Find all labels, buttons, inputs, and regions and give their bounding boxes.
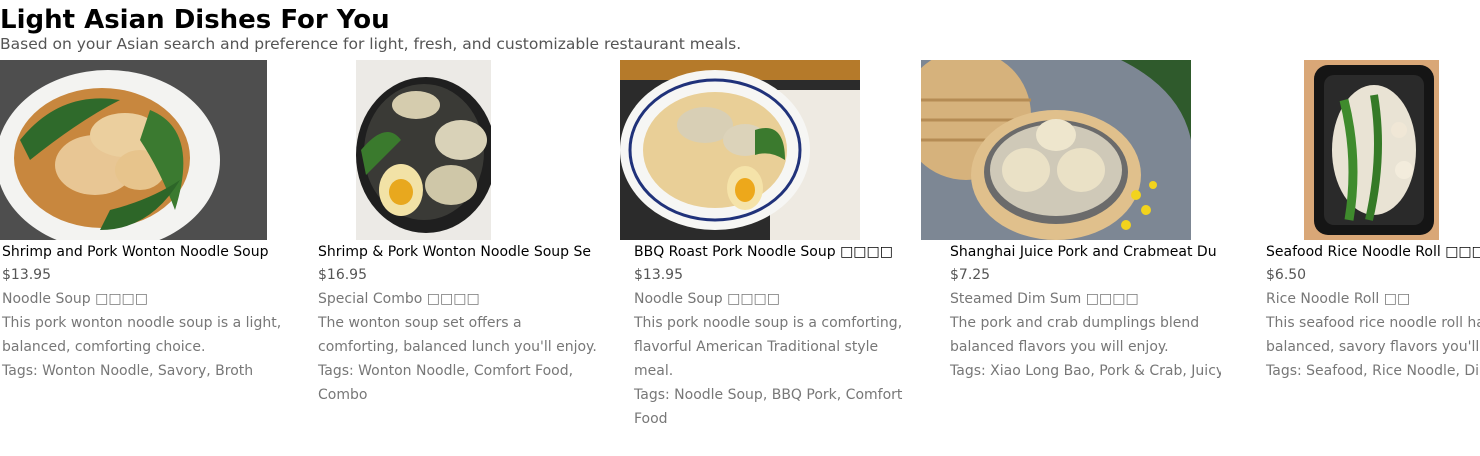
dish-card[interactable]: Shanghai Juice Pork and Crabmeat Du $7.2… <box>921 60 1221 456</box>
dish-tags: Tags: Wonton Noodle, Comfort Food, Combo <box>318 363 574 403</box>
dish-info: Seafood Rice Noodle Roll □□□□ $6.50 Rice… <box>1266 241 1480 383</box>
dish-category: Noodle Soup □□□□ <box>634 291 781 307</box>
dish-price: $6.50 <box>1266 267 1307 283</box>
dish-category: Rice Noodle Roll □□ <box>1266 291 1411 307</box>
page-title: Light Asian Dishes For You <box>0 5 390 35</box>
dish-description: The pork and crab dumplings blend balanc… <box>950 315 1200 355</box>
dish-price: $16.95 <box>318 267 367 283</box>
dish-price: $13.95 <box>2 267 51 283</box>
dish-name[interactable]: Shrimp and Pork Wonton Noodle Soup <box>2 241 282 263</box>
dish-name[interactable]: Shrimp & Pork Wonton Noodle Soup Se <box>318 241 598 263</box>
dish-price: $7.25 <box>950 267 991 283</box>
dumpling-steamer-photo[interactable] <box>921 60 1191 240</box>
dish-description: The wonton soup set offers a comforting,… <box>318 315 597 355</box>
dish-name[interactable]: Shanghai Juice Pork and Crabmeat Du <box>950 241 1221 263</box>
dish-description: This pork noodle soup is a comforting, f… <box>634 315 903 379</box>
dish-price: $13.95 <box>634 267 683 283</box>
dish-info: Shanghai Juice Pork and Crabmeat Du $7.2… <box>950 241 1221 383</box>
dish-tags: Tags: Xiao Long Bao, Pork & Crab, Juicy <box>950 363 1221 379</box>
page-subtitle: Based on your Asian search and preferenc… <box>0 35 742 53</box>
dish-description: This seafood rice noodle roll has balanc… <box>1266 315 1480 355</box>
dish-card[interactable]: BBQ Roast Pork Noodle Soup □□□□ $13.95 N… <box>620 60 920 456</box>
dish-list: Shrimp and Pork Wonton Noodle Soup $13.9… <box>0 60 1480 456</box>
dish-category: Steamed Dim Sum □□□□ <box>950 291 1139 307</box>
dish-name[interactable]: Seafood Rice Noodle Roll □□□□ <box>1266 241 1480 263</box>
wonton-bowl-photo[interactable] <box>356 60 491 240</box>
dish-category: Special Combo □□□□ <box>318 291 480 307</box>
bbq-pork-noodle-photo[interactable] <box>620 60 860 240</box>
dish-info: BBQ Roast Pork Noodle Soup □□□□ $13.95 N… <box>634 241 920 431</box>
dish-tags: Tags: Noodle Soup, BBQ Pork, Comfort Foo… <box>634 387 903 427</box>
dish-card[interactable]: Shrimp & Pork Wonton Noodle Soup Se $16.… <box>316 60 616 456</box>
dish-info: Shrimp & Pork Wonton Noodle Soup Se $16.… <box>318 241 616 407</box>
dish-info: Shrimp and Pork Wonton Noodle Soup $13.9… <box>2 241 300 383</box>
dish-category: Noodle Soup □□□□ <box>2 291 149 307</box>
rice-noodle-roll-photo[interactable] <box>1304 60 1439 240</box>
dish-name[interactable]: BBQ Roast Pork Noodle Soup □□□□ <box>634 241 914 263</box>
wonton-soup-photo[interactable] <box>0 60 267 240</box>
dish-tags: Tags: Wonton Noodle, Savory, Broth <box>2 363 254 379</box>
dish-card[interactable]: Seafood Rice Noodle Roll □□□□ $6.50 Rice… <box>1264 60 1480 456</box>
dish-tags: Tags: Seafood, Rice Noodle, Di <box>1266 363 1480 379</box>
dish-description: This pork wonton noodle soup is a light,… <box>2 315 282 355</box>
dish-card[interactable]: Shrimp and Pork Wonton Noodle Soup $13.9… <box>0 60 300 456</box>
